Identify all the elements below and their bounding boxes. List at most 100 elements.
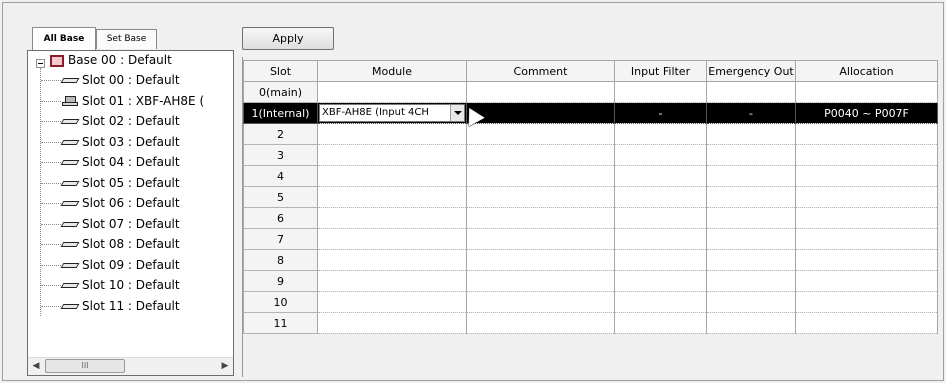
input-filter-cell[interactable] xyxy=(614,270,707,292)
table-row[interactable]: 0(main) xyxy=(243,81,938,103)
col-header-slot[interactable]: Slot xyxy=(243,60,318,82)
table-row[interactable]: 5 xyxy=(243,186,938,208)
allocation-cell[interactable] xyxy=(795,81,938,103)
module-dropdown[interactable]: XBF-AH8E (Input 4CH xyxy=(319,104,465,122)
module-cell[interactable] xyxy=(317,270,467,292)
col-header-emergency-out[interactable]: Emergency Out xyxy=(706,60,796,82)
tree-slot-label[interactable]: Slot 04 : Default xyxy=(81,155,181,169)
module-cell[interactable] xyxy=(317,186,467,208)
tree-slot-node[interactable]: Slot 04 : Default xyxy=(62,153,181,171)
scroll-thumb[interactable]: III xyxy=(45,359,125,373)
comment-cell[interactable] xyxy=(466,270,615,292)
tree-slot-node[interactable]: Slot 06 : Default xyxy=(62,194,181,212)
scroll-right-arrow-icon[interactable]: ▶ xyxy=(217,358,233,375)
tree-root-label[interactable]: Base 00 : Default xyxy=(67,51,173,69)
allocation-cell[interactable] xyxy=(795,123,938,145)
tree-slot-label[interactable]: Slot 00 : Default xyxy=(81,73,181,87)
emergency-out-cell[interactable] xyxy=(706,291,796,313)
allocation-cell[interactable] xyxy=(795,291,938,313)
module-cell[interactable] xyxy=(317,207,467,229)
col-header-module[interactable]: Module xyxy=(317,60,467,82)
tab-set-base[interactable]: Set Base xyxy=(96,29,157,49)
tree-slot-node[interactable]: Slot 00 : Default xyxy=(62,71,181,89)
col-header-input-filter[interactable]: Input Filter xyxy=(614,60,707,82)
input-filter-cell[interactable] xyxy=(614,144,707,166)
tree-slot-node[interactable]: Slot 09 : Default xyxy=(62,256,181,274)
tree-slot-label[interactable]: Slot 09 : Default xyxy=(81,258,181,272)
allocation-cell[interactable] xyxy=(795,249,938,271)
comment-cell[interactable] xyxy=(466,165,615,187)
tab-all-base[interactable]: All Base xyxy=(32,27,96,50)
comment-cell[interactable] xyxy=(466,102,615,124)
tree-horizontal-scrollbar[interactable]: ◀ III ▶ xyxy=(28,357,233,375)
comment-cell[interactable] xyxy=(466,144,615,166)
input-filter-cell[interactable] xyxy=(614,165,707,187)
allocation-cell[interactable] xyxy=(795,186,938,208)
tree-slot-node[interactable]: Slot 03 : Default xyxy=(62,133,181,151)
comment-cell[interactable] xyxy=(466,249,615,271)
comment-cell[interactable] xyxy=(466,81,615,103)
emergency-out-cell[interactable] xyxy=(706,81,796,103)
input-filter-cell[interactable] xyxy=(614,228,707,250)
allocation-cell[interactable] xyxy=(795,312,938,334)
module-cell[interactable] xyxy=(317,249,467,271)
allocation-cell[interactable] xyxy=(795,165,938,187)
tree-slot-label[interactable]: Slot 10 : Default xyxy=(81,278,181,292)
comment-cell[interactable] xyxy=(466,186,615,208)
input-filter-cell[interactable] xyxy=(614,123,707,145)
module-cell[interactable] xyxy=(317,312,467,334)
module-cell[interactable] xyxy=(317,81,467,103)
comment-cell[interactable] xyxy=(466,207,615,229)
tree-slot-node[interactable]: Slot 05 : Default xyxy=(62,174,181,192)
table-row[interactable]: 8 xyxy=(243,249,938,271)
tree-slot-node[interactable]: Slot 08 : Default xyxy=(62,235,181,253)
scroll-left-arrow-icon[interactable]: ◀ xyxy=(28,358,44,375)
table-row[interactable]: 6 xyxy=(243,207,938,229)
input-filter-cell[interactable] xyxy=(614,312,707,334)
tree-slot-node[interactable]: Slot 11 : Default xyxy=(62,297,181,315)
table-row[interactable]: 3 xyxy=(243,144,938,166)
emergency-out-cell[interactable] xyxy=(706,144,796,166)
tree-slot-label[interactable]: Slot 05 : Default xyxy=(81,176,181,190)
module-cell[interactable] xyxy=(317,144,467,166)
tree-slot-node[interactable]: Slot 02 : Default xyxy=(62,112,181,130)
tree-slot-node[interactable]: Slot 07 : Default xyxy=(62,215,181,233)
tree-slot-label[interactable]: Slot 03 : Default xyxy=(81,135,181,149)
module-cell[interactable] xyxy=(317,228,467,250)
module-cell[interactable]: XBF-AH8E (Input 4CH xyxy=(317,102,467,124)
module-cell[interactable] xyxy=(317,165,467,187)
comment-cell[interactable] xyxy=(466,291,615,313)
tree-slot-label[interactable]: Slot 02 : Default xyxy=(81,114,181,128)
allocation-cell[interactable]: P0040 ~ P007F xyxy=(795,102,938,124)
table-row[interactable]: 7 xyxy=(243,228,938,250)
table-row[interactable]: 11 xyxy=(243,312,938,334)
col-header-comment[interactable]: Comment xyxy=(466,60,615,82)
emergency-out-cell[interactable]: - xyxy=(706,102,796,124)
col-header-allocation[interactable]: Allocation xyxy=(795,60,938,82)
comment-cell[interactable] xyxy=(466,312,615,334)
emergency-out-cell[interactable] xyxy=(706,123,796,145)
emergency-out-cell[interactable] xyxy=(706,186,796,208)
emergency-out-cell[interactable] xyxy=(706,312,796,334)
tree-slot-node[interactable]: Slot 01 : XBF-AH8E ( xyxy=(62,92,205,110)
table-row[interactable]: 2 xyxy=(243,123,938,145)
tree-slot-label[interactable]: Slot 07 : Default xyxy=(81,217,181,231)
allocation-cell[interactable] xyxy=(795,144,938,166)
table-row[interactable]: 10 xyxy=(243,291,938,313)
input-filter-cell[interactable]: - xyxy=(614,102,707,124)
input-filter-cell[interactable] xyxy=(614,291,707,313)
table-row[interactable]: 4 xyxy=(243,165,938,187)
emergency-out-cell[interactable] xyxy=(706,249,796,271)
allocation-cell[interactable] xyxy=(795,270,938,292)
tree-slot-label[interactable]: Slot 08 : Default xyxy=(81,237,181,251)
input-filter-cell[interactable] xyxy=(614,207,707,229)
emergency-out-cell[interactable] xyxy=(706,165,796,187)
tree-slot-label[interactable]: Slot 01 : XBF-AH8E ( xyxy=(81,94,205,108)
emergency-out-cell[interactable] xyxy=(706,207,796,229)
comment-cell[interactable] xyxy=(466,123,615,145)
allocation-cell[interactable] xyxy=(795,228,938,250)
tree-slot-label[interactable]: Slot 11 : Default xyxy=(81,299,181,313)
collapse-icon[interactable] xyxy=(36,59,45,68)
module-cell[interactable] xyxy=(317,123,467,145)
allocation-cell[interactable] xyxy=(795,207,938,229)
